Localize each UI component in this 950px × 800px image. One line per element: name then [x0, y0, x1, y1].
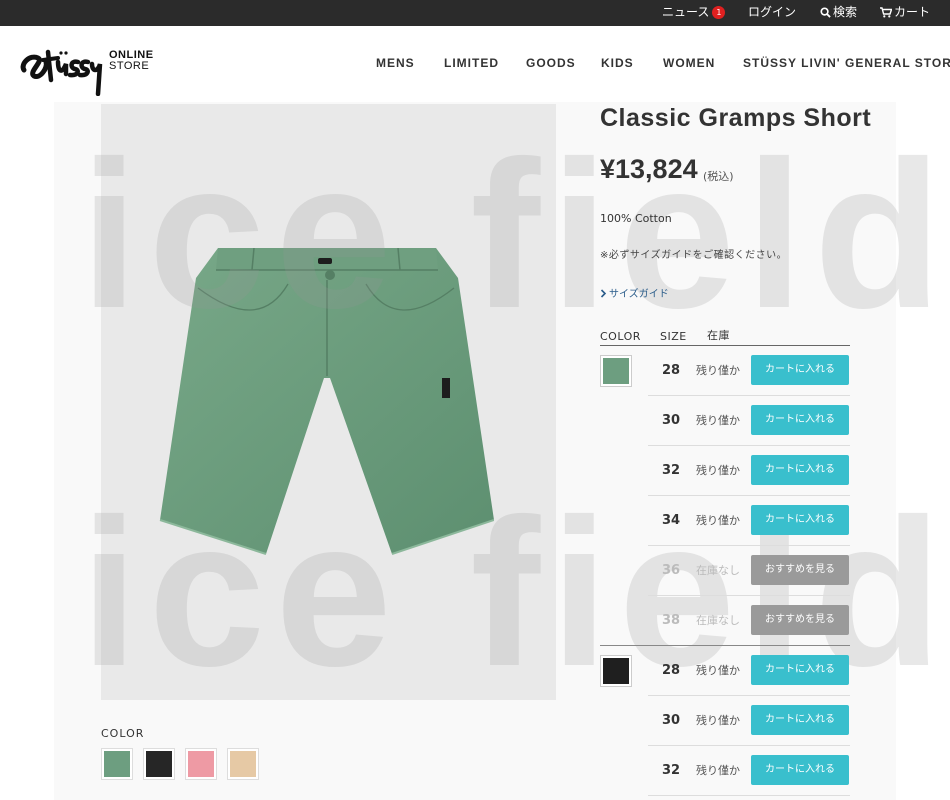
- size-value: 28: [662, 663, 681, 678]
- search-label: 検索: [833, 5, 858, 19]
- size-value: 34: [662, 513, 681, 528]
- stock-status: 残り僅か: [696, 764, 740, 777]
- table-header-divider: [600, 345, 850, 346]
- size-value: 36: [662, 563, 681, 578]
- table-row-divider: [648, 445, 850, 446]
- size-value: 28: [662, 363, 681, 378]
- nav-kids[interactable]: KIDS: [601, 56, 634, 70]
- nav-general-store[interactable]: STÜSSY LIVIN' GENERAL STORE: [743, 56, 950, 70]
- size-guide-link[interactable]: サイズガイド: [600, 285, 669, 300]
- product-material: 100% Cotton: [600, 212, 672, 225]
- product-title: Classic Gramps Short: [600, 104, 872, 132]
- table-row-divider: [648, 695, 850, 696]
- cart-link[interactable]: カート: [880, 5, 930, 19]
- swatch-fill: [603, 658, 629, 684]
- add-to-cart-button[interactable]: カートに入れる: [751, 355, 849, 385]
- size-guide-label: サイズガイド: [609, 289, 669, 300]
- stock-status: 残り僅か: [696, 664, 740, 677]
- login-link[interactable]: ログイン: [748, 5, 796, 19]
- search-link[interactable]: 検索: [820, 5, 857, 19]
- table-header-size: SIZE: [660, 330, 687, 343]
- chevron-right-icon: [600, 289, 607, 298]
- size-guide-note: ※必ずサイズガイドをご確認ください。: [600, 250, 788, 261]
- table-row-divider: [648, 595, 850, 596]
- news-label: ニュース: [662, 5, 710, 19]
- stock-status: 残り僅か: [696, 364, 740, 377]
- add-to-cart-button[interactable]: カートに入れる: [751, 755, 849, 785]
- color-swatch-pink[interactable]: [185, 748, 217, 780]
- stock-status: 残り僅か: [696, 464, 740, 477]
- row-color-swatch[interactable]: [600, 655, 632, 687]
- brand-store-text: STORE: [109, 60, 150, 72]
- stock-status: 在庫なし: [696, 614, 740, 627]
- add-to-cart-button[interactable]: カートに入れる: [751, 705, 849, 735]
- size-value: 32: [662, 463, 681, 478]
- add-to-cart-button[interactable]: カートに入れる: [751, 505, 849, 535]
- swatch-fill: [146, 751, 172, 777]
- size-value: 32: [662, 763, 681, 778]
- table-row-divider: [648, 745, 850, 746]
- stock-status: 在庫なし: [696, 564, 740, 577]
- color-swatch-beige[interactable]: [227, 748, 259, 780]
- brand-logo[interactable]: [18, 38, 108, 96]
- stock-status: 残り僅か: [696, 514, 740, 527]
- view-recommendations-button[interactable]: おすすめを見る: [751, 555, 849, 585]
- login-label: ログイン: [748, 5, 797, 19]
- color-swatch-black[interactable]: [143, 748, 175, 780]
- tax-included-note: (税込): [703, 170, 734, 183]
- news-count-badge: 1: [712, 6, 726, 19]
- table-row-divider: [648, 545, 850, 546]
- swatch-fill: [104, 751, 130, 777]
- table-row-divider: [600, 645, 850, 646]
- product-price: ¥13,824: [600, 154, 698, 184]
- size-value: 38: [662, 613, 681, 628]
- nav-limited[interactable]: LIMITED: [444, 56, 499, 70]
- table-header-color: COLOR: [600, 330, 641, 343]
- table-row-divider: [648, 795, 850, 796]
- stock-status: 残り僅か: [696, 414, 740, 427]
- news-link[interactable]: ニュース 1: [662, 5, 726, 19]
- product-image-shorts[interactable]: [158, 248, 494, 556]
- size-value: 30: [662, 713, 681, 728]
- nav-mens[interactable]: MENS: [376, 56, 415, 70]
- add-to-cart-button[interactable]: カートに入れる: [751, 655, 849, 685]
- color-label: COLOR: [101, 727, 145, 740]
- brand-store-label: ONLINE STORE: [109, 50, 154, 72]
- table-header-stock: 在庫: [707, 329, 730, 342]
- color-swatch-green[interactable]: [101, 748, 133, 780]
- row-color-swatch[interactable]: [600, 355, 632, 387]
- swatch-fill: [603, 358, 629, 384]
- search-icon: [820, 7, 831, 18]
- view-recommendations-button[interactable]: おすすめを見る: [751, 605, 849, 635]
- cart-label: カート: [894, 5, 931, 19]
- swatch-fill: [188, 751, 214, 777]
- cart-icon: [880, 7, 892, 18]
- table-row-divider: [648, 495, 850, 496]
- nav-women[interactable]: WOMEN: [663, 56, 715, 70]
- swatch-fill: [230, 751, 256, 777]
- table-row-divider: [648, 395, 850, 396]
- top-utility-bar: ニュース 1 ログイン 検索 カート: [0, 0, 950, 26]
- stock-status: 残り僅か: [696, 714, 740, 727]
- add-to-cart-button[interactable]: カートに入れる: [751, 455, 849, 485]
- add-to-cart-button[interactable]: カートに入れる: [751, 405, 849, 435]
- nav-goods[interactable]: GOODS: [526, 56, 576, 70]
- size-value: 30: [662, 413, 681, 428]
- site-header: ONLINE STORE MENS LIMITED GOODS KIDS WOM…: [0, 26, 950, 102]
